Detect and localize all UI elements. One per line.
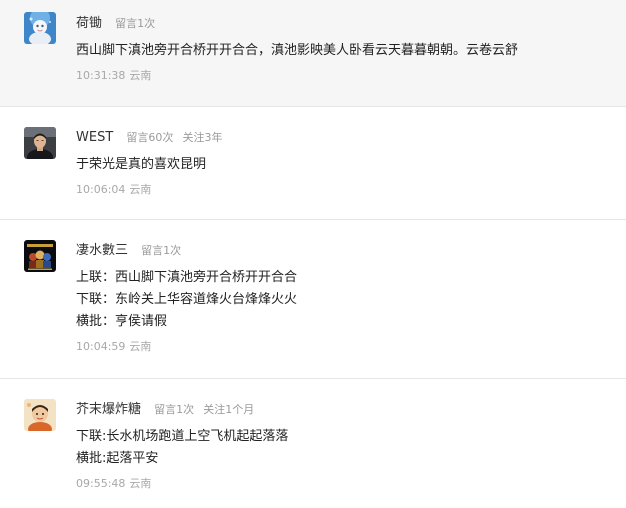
comment-count-badge: 留言60次	[126, 131, 174, 144]
username[interactable]: 荷锄	[76, 16, 102, 31]
comment-text: 下联：东岭关上华容道烽火台烽烽火火	[76, 292, 298, 307]
avatar[interactable]	[24, 240, 56, 272]
comment-text: 西山脚下滇池旁开合桥开开合合，滇池影映美人卧看云天暮暮朝朝。云卷云舒	[76, 43, 519, 58]
comment-header: WEST 留言60次 关注3年	[76, 126, 222, 146]
avatar[interactable]	[24, 127, 56, 159]
comment-text: 于荣光是真的喜欢昆明	[76, 157, 207, 172]
comment-count-badge: 留言1次	[141, 244, 182, 257]
avatar[interactable]	[24, 12, 56, 44]
username[interactable]: 芥末爆炸糖	[76, 402, 141, 417]
comment-body: 上联：西山脚下滇池旁开合桥开开合合 下联：东岭关上华容道烽火台烽烽火火 横批：亨…	[76, 267, 606, 355]
timestamp: 10:04:59	[76, 340, 126, 353]
dark-poster-avatar-icon	[24, 240, 56, 272]
comment-body: 下联:长水机场跑道上空飞机起起落落 横批:起落平安 09:55:48 云南	[76, 426, 606, 492]
comment-item: 芥末爆炸糖 留言1次 关注1个月 下联:长水机场跑道上空飞机起起落落 横批:起落…	[0, 379, 626, 508]
comment-header: 凄水數三 留言1次	[76, 239, 181, 259]
comment-count-badge: 留言1次	[115, 17, 156, 30]
comment-item: 荷锄 留言1次 西山脚下滇池旁开合桥开开合合，滇池影映美人卧看云天暮暮朝朝。云卷…	[0, 0, 626, 107]
username[interactable]: 凄水數三	[76, 243, 128, 258]
comment-footer: 10:04:59 云南	[76, 339, 606, 355]
comment-footer: 10:06:04 云南	[76, 182, 606, 198]
location: 云南	[129, 477, 152, 490]
comment-text: 上联：西山脚下滇池旁开合桥开开合合	[76, 270, 298, 285]
location: 云南	[129, 69, 152, 82]
timestamp: 10:31:38	[76, 69, 126, 82]
timestamp: 09:55:48	[76, 477, 126, 490]
comment-header: 荷锄 留言1次	[76, 12, 155, 32]
timestamp: 10:06:04	[76, 183, 126, 196]
comment-text: 下联:长水机场跑道上空飞机起起落落	[76, 429, 289, 444]
man-portrait-avatar-icon	[24, 127, 56, 159]
comment-text: 横批：亨侯请假	[76, 314, 168, 329]
username[interactable]: WEST	[76, 130, 113, 145]
character-illustration-avatar-icon	[24, 399, 56, 431]
comment-footer: 10:31:38 云南	[76, 68, 606, 84]
comment-item: WEST 留言60次 关注3年 于荣光是真的喜欢昆明 10:06:04 云南	[0, 107, 626, 220]
comment-text: 横批:起落平安	[76, 451, 159, 466]
location: 云南	[129, 183, 152, 196]
cartoon-character-avatar-icon	[24, 12, 56, 44]
comment-item: 凄水數三 留言1次 上联：西山脚下滇池旁开合桥开开合合 下联：东岭关上华容道烽火…	[0, 220, 626, 379]
comment-body: 于荣光是真的喜欢昆明 10:06:04 云南	[76, 154, 606, 198]
comment-footer: 09:55:48 云南	[76, 476, 606, 492]
follow-duration-badge: 关注1个月	[203, 403, 255, 416]
comment-body: 西山脚下滇池旁开合桥开开合合，滇池影映美人卧看云天暮暮朝朝。云卷云舒 10:31…	[76, 40, 606, 84]
comment-header: 芥末爆炸糖 留言1次 关注1个月	[76, 398, 254, 418]
follow-duration-badge: 关注3年	[182, 131, 223, 144]
avatar[interactable]	[24, 399, 56, 431]
location: 云南	[129, 340, 152, 353]
comment-count-badge: 留言1次	[154, 403, 195, 416]
comment-list: 荷锄 留言1次 西山脚下滇池旁开合桥开开合合，滇池影映美人卧看云天暮暮朝朝。云卷…	[0, 0, 626, 508]
